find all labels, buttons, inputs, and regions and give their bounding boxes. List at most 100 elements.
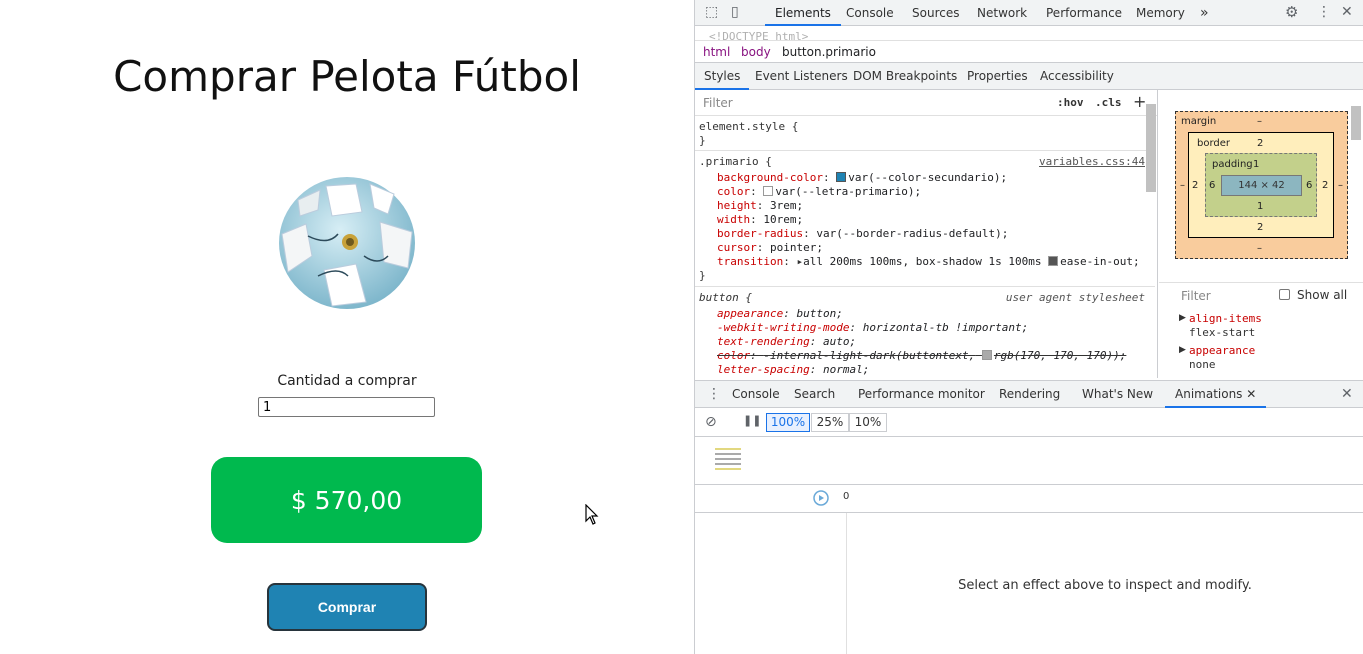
subtab-event-listeners[interactable]: Event Listeners — [755, 63, 848, 90]
computed-prop-name[interactable]: align-items — [1189, 312, 1262, 325]
animation-group-preview-icon[interactable] — [715, 447, 741, 473]
border-label: border — [1197, 138, 1231, 149]
close-tab-icon[interactable]: ✕ — [1246, 387, 1256, 401]
add-rule-icon[interactable]: + — [1133, 92, 1146, 111]
border-top-value: 2 — [1257, 138, 1264, 149]
cls-toggle[interactable]: .cls — [1095, 96, 1122, 109]
drawer-tab-console[interactable]: Console — [732, 381, 780, 408]
speed-10[interactable]: 10% — [849, 413, 887, 432]
close-devtools-icon[interactable]: ✕ — [1341, 5, 1353, 19]
css-prop-line[interactable]: width: 10rem; — [717, 213, 803, 227]
easing-editor-icon[interactable] — [1048, 256, 1059, 266]
speed-100[interactable]: 100% — [766, 413, 810, 432]
element-style-rule: element.style { } — [695, 116, 1155, 151]
tab-elements[interactable]: Elements — [765, 0, 841, 26]
css-prop-line[interactable]: cursor: pointer; — [717, 241, 823, 255]
color-swatch[interactable] — [836, 172, 847, 182]
devtools-panel: ⬚ ▯ Elements Console Sources Network Per… — [694, 0, 1363, 654]
speed-25[interactable]: 25% — [811, 413, 849, 432]
quantity-label: Cantidad a comprar — [277, 373, 417, 389]
css-prop-line: -webkit-writing-mode: horizontal-tb !imp… — [717, 321, 1029, 334]
pause-all-icon[interactable]: ❚❚ — [743, 415, 761, 426]
settings-gear-icon[interactable]: ⚙ — [1285, 5, 1298, 20]
animations-toolbar: ⊘ ❚❚ 100% 25% 10% — [695, 408, 1363, 437]
replay-icon[interactable] — [813, 490, 829, 506]
subtab-dom-breakpoints[interactable]: DOM Breakpoints — [853, 63, 957, 90]
css-prop-line[interactable]: transition: ▸all 200ms 100ms, box-shadow… — [717, 255, 1140, 269]
subtab-properties[interactable]: Properties — [967, 63, 1028, 90]
padding-top-value: 1 — [1253, 159, 1260, 170]
primario-source-link[interactable]: variables.css:44 — [1039, 155, 1145, 168]
breadcrumb-html[interactable]: html — [703, 45, 730, 59]
box-model-content[interactable]: 144 × 42 — [1221, 175, 1302, 196]
border-bottom-value: 2 — [1257, 222, 1264, 233]
box-model-diagram: 144 × 42 margin – – – – border 2 2 2 2 p… — [1159, 90, 1363, 286]
margin-bottom-value: – — [1257, 243, 1262, 254]
mouse-cursor-icon — [585, 504, 599, 525]
show-all-label: Show all — [1297, 288, 1348, 302]
css-prop-line[interactable]: color: var(--letra-primario); — [717, 185, 921, 199]
drawer-tab-performance-monitor[interactable]: Performance monitor — [858, 381, 985, 408]
primario-close: } — [699, 269, 706, 282]
boxmodel-scrollbar[interactable] — [1351, 106, 1361, 140]
padding-bottom-value: 1 — [1257, 201, 1264, 212]
price-display: $ 570,00 — [211, 457, 482, 543]
drawer-menu-icon[interactable]: ⋮ — [707, 387, 721, 401]
soccer-ball-image — [279, 177, 415, 309]
styles-scrollbar[interactable] — [1146, 104, 1156, 192]
subtab-accessibility[interactable]: Accessibility — [1040, 63, 1114, 90]
inspect-element-icon[interactable]: ⬚ — [705, 5, 718, 19]
tab-performance[interactable]: Performance — [1046, 0, 1122, 26]
empty-state-message: Select an effect above to inspect and mo… — [958, 578, 1252, 593]
tab-memory[interactable]: Memory — [1136, 0, 1185, 26]
padding-right-value: 6 — [1306, 180, 1313, 191]
styles-filter-input[interactable]: Filter — [703, 96, 733, 110]
drawer-tab-animations[interactable]: Animations ✕ — [1165, 381, 1267, 408]
device-toolbar-icon[interactable]: ▯ — [731, 5, 739, 19]
element-style-selector: element.style { — [699, 120, 799, 133]
button-ua-rule: button { user agent stylesheet appearanc… — [699, 291, 1145, 376]
breadcrumb-button-primario[interactable]: button.primario — [782, 45, 876, 59]
color-swatch[interactable] — [763, 186, 774, 196]
devtools-main-tabbar: ⬚ ▯ Elements Console Sources Network Per… — [695, 0, 1363, 26]
computed-filter-input[interactable]: Filter — [1181, 289, 1211, 303]
margin-right-value: – — [1338, 180, 1343, 191]
computed-prop-value: none — [1189, 358, 1216, 371]
css-prop-line[interactable]: border-radius: var(--border-radius-defau… — [717, 227, 1008, 241]
close-drawer-icon[interactable]: ✕ — [1341, 387, 1353, 401]
padding-label: padding — [1212, 159, 1253, 170]
styles-filter-bar: Filter :hov .cls + — [695, 90, 1157, 116]
border-right-value: 2 — [1322, 180, 1329, 191]
styles-pane: Filter :hov .cls + element.style { } .pr… — [695, 90, 1158, 378]
margin-left-value: – — [1180, 180, 1185, 191]
clear-all-icon[interactable]: ⊘ — [705, 415, 717, 429]
computed-prop-value: flex-start — [1189, 326, 1256, 339]
element-style-close: } — [699, 134, 706, 147]
computed-prop-name[interactable]: appearance — [1189, 344, 1255, 357]
buy-button[interactable]: Comprar — [267, 583, 427, 631]
color-swatch — [981, 350, 992, 360]
drawer-tabbar: ⋮ Console Search Performance monitor Ren… — [695, 380, 1363, 408]
more-options-icon[interactable]: ⋮ — [1317, 5, 1331, 19]
drawer-tab-search[interactable]: Search — [794, 381, 835, 408]
css-prop-line-overridden: color: -internal-light-dark(buttontext, … — [717, 349, 1127, 362]
page-title: Comprar Pelota Fútbol — [113, 52, 581, 101]
drawer-tab-rendering[interactable]: Rendering — [999, 381, 1060, 408]
computed-pane: Filter Show all ▶ align-items flex-start… — [1159, 282, 1363, 378]
web-page: Comprar Pelota Fútbol Cantidad a comprar… — [0, 0, 694, 654]
expand-triangle-icon[interactable]: ▶ — [1179, 313, 1186, 323]
tab-sources[interactable]: Sources — [912, 0, 959, 26]
show-all-checkbox[interactable] — [1279, 289, 1290, 300]
hov-toggle[interactable]: :hov — [1057, 96, 1084, 109]
quantity-input[interactable] — [258, 397, 435, 417]
drawer-tab-whats-new[interactable]: What's New — [1082, 381, 1153, 408]
more-tabs-icon[interactable]: » — [1200, 0, 1209, 26]
tab-network[interactable]: Network — [977, 0, 1027, 26]
css-prop-line[interactable]: height: 3rem; — [717, 199, 803, 213]
breadcrumb-body[interactable]: body — [741, 45, 771, 59]
expand-triangle-icon[interactable]: ▶ — [1179, 345, 1186, 355]
css-prop-line: text-rendering: auto; — [717, 335, 857, 348]
tab-console[interactable]: Console — [846, 0, 894, 26]
subtab-styles[interactable]: Styles — [695, 63, 750, 90]
css-prop-line[interactable]: background-color: var(--color-secundario… — [717, 171, 1007, 185]
